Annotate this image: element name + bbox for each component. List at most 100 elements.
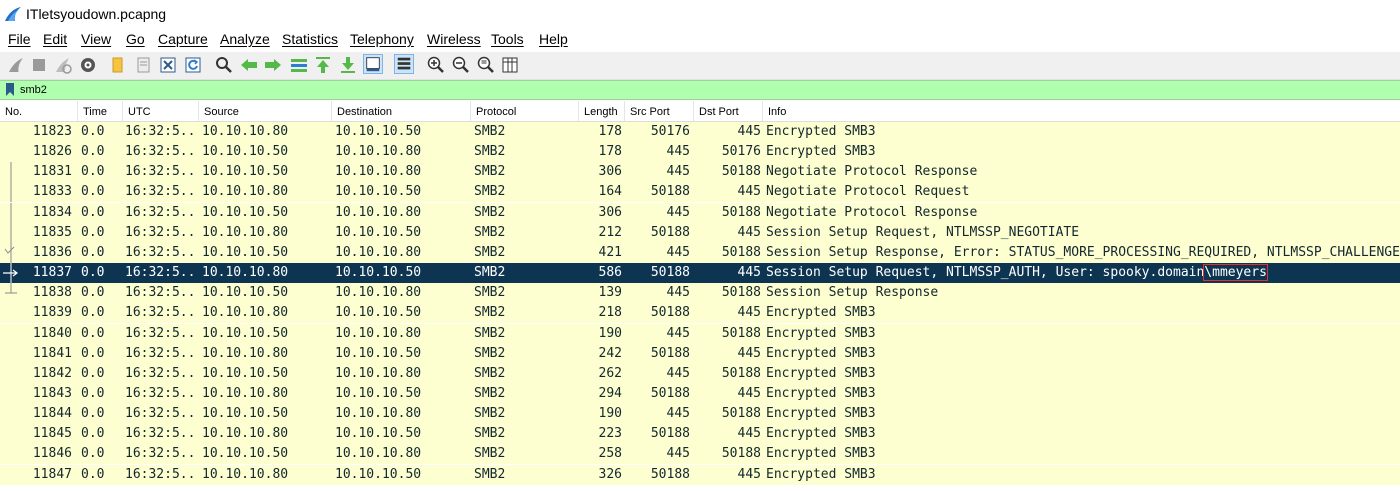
packet-protocol: SMB2 [474,305,506,320]
menu-edit[interactable]: Edit [43,31,67,47]
packet-row-selected[interactable]: 11837 0.0 16:32:5... 10.10.10.80 10.10.10.50… [0,263,1400,283]
display-filter-input[interactable] [20,81,1390,99]
auto-scroll-icon[interactable] [363,54,383,74]
packet-src-port: 50176 [650,124,690,139]
column-header-destination[interactable]: Destination [331,101,470,121]
reload-file-icon[interactable] [183,55,203,75]
packet-protocol: SMB2 [474,366,506,381]
packet-src-port: 445 [666,164,690,179]
packet-destination: 10.10.10.50 [335,386,422,401]
find-packet-icon[interactable] [214,55,234,75]
packet-src-port: 445 [666,406,690,421]
packet-row[interactable]: 11845 0.0 16:32:5... 10.10.10.80 10.10.10.50… [0,424,1400,444]
packet-src-port: 445 [666,245,690,260]
menu-telephony[interactable]: Telephony [350,31,414,47]
menu-file[interactable]: File [8,31,31,47]
close-file-icon[interactable] [158,55,178,75]
packet-destination: 10.10.10.80 [335,144,422,159]
packet-row[interactable]: 11847 0.0 16:32:5... 10.10.10.80 10.10.10.50… [0,465,1400,485]
packet-row[interactable]: 11842 0.0 16:32:5... 10.10.10.50 10.10.10.80… [0,364,1400,384]
packet-length: 190 [598,406,622,421]
save-file-icon[interactable] [134,55,154,75]
packet-length: 306 [598,205,622,220]
packet-row[interactable]: 11834 0.0 16:32:5... 10.10.10.50 10.10.10.80… [0,203,1400,223]
packet-info: Encrypted SMB3 [766,303,1400,323]
resize-columns-icon[interactable] [500,55,520,75]
go-back-icon[interactable] [239,55,259,75]
packet-dst-port: 445 [737,184,761,199]
column-header-utc[interactable]: UTC [122,101,198,121]
packet-info: Encrypted SMB3 [766,324,1400,344]
last-packet-icon[interactable] [338,55,358,75]
packet-time: 0.0 [81,245,105,260]
packet-dst-port: 445 [737,346,761,361]
packet-row[interactable]: 11839 0.0 16:32:5... 10.10.10.80 10.10.10.50… [0,303,1400,323]
packet-row[interactable]: 11833 0.0 16:32:5... 10.10.10.80 10.10.10.50… [0,182,1400,202]
packet-row[interactable]: 11826 0.0 16:32:5... 10.10.10.50 10.10.10.80… [0,142,1400,162]
column-header-source[interactable]: Source [198,101,331,121]
packet-src-port: 50188 [650,305,690,320]
packet-row[interactable]: 11843 0.0 16:32:5... 10.10.10.80 10.10.10.50… [0,384,1400,404]
packet-dst-port: 50188 [721,446,761,461]
start-capture-fin-icon[interactable] [6,55,26,75]
first-packet-icon[interactable] [313,55,333,75]
column-header-no[interactable]: No. [0,101,77,121]
packet-row[interactable]: 11836 0.0 16:32:5... 10.10.10.50 10.10.10.80… [0,243,1400,263]
packet-row[interactable]: 11838 0.0 16:32:5... 10.10.10.50 10.10.10.80… [0,283,1400,303]
stop-capture-icon[interactable] [29,55,49,75]
normal-size-icon[interactable] [476,55,496,75]
zoom-in-icon[interactable] [426,55,446,75]
menu-view[interactable]: View [81,31,111,47]
packet-info: Negotiate Protocol Response [766,203,1400,223]
packet-length: 178 [598,144,622,159]
column-header-length[interactable]: Length [578,101,624,121]
packet-source: 10.10.10.80 [202,426,289,441]
packet-info: Encrypted SMB3 [766,344,1400,364]
packet-row[interactable]: 11844 0.0 16:32:5... 10.10.10.50 10.10.10.80… [0,404,1400,424]
packet-row[interactable]: 11831 0.0 16:32:5... 10.10.10.50 10.10.10.80… [0,162,1400,182]
column-header-protocol[interactable]: Protocol [470,101,578,121]
open-file-icon[interactable] [108,55,128,75]
packet-source: 10.10.10.50 [202,164,289,179]
menu-analyze[interactable]: Analyze [220,31,270,47]
packet-info-text: Encrypted SMB3 [766,386,876,401]
packet-source: 10.10.10.80 [202,265,289,280]
packet-source: 10.10.10.80 [202,124,289,139]
packet-time: 0.0 [81,124,105,139]
colorize-icon[interactable] [394,54,414,74]
restart-capture-icon[interactable] [53,55,73,75]
packet-info: Encrypted SMB3 [766,384,1400,404]
column-header-dst-port[interactable]: Dst Port [693,101,762,121]
packet-length: 258 [598,446,622,461]
menu-capture[interactable]: Capture [158,31,208,47]
packet-src-port: 445 [666,285,690,300]
packet-destination: 10.10.10.80 [335,164,422,179]
zoom-out-icon[interactable] [451,55,471,75]
packet-length: 139 [598,285,622,300]
packet-row[interactable]: 11823 0.0 16:32:5... 10.10.10.80 10.10.10.50… [0,122,1400,142]
go-to-packet-icon[interactable] [289,55,309,75]
capture-options-gear-icon[interactable] [78,55,98,75]
column-header-src-port[interactable]: Src Port [624,101,693,121]
column-header-time[interactable]: Time [77,101,122,121]
menu-wireless[interactable]: Wireless [427,31,481,47]
filter-bookmark-icon[interactable] [6,83,14,96]
packet-protocol: SMB2 [474,184,506,199]
packet-row[interactable]: 11835 0.0 16:32:5... 10.10.10.80 10.10.10.50… [0,223,1400,243]
packet-time: 0.0 [81,305,105,320]
display-filter-bar [0,80,1400,100]
packet-info-text: Encrypted SMB3 [766,326,876,341]
menu-help[interactable]: Help [539,31,568,47]
packet-src-port: 50188 [650,225,690,240]
packet-length: 421 [598,245,622,260]
go-forward-icon[interactable] [263,55,283,75]
menu-statistics[interactable]: Statistics [282,31,338,47]
packet-row[interactable]: 11846 0.0 16:32:5... 10.10.10.50 10.10.10.80… [0,444,1400,464]
packet-row[interactable]: 11840 0.0 16:32:5... 10.10.10.50 10.10.10.80… [0,324,1400,344]
menu-go[interactable]: Go [126,31,145,47]
packet-info: Encrypted SMB3 [766,424,1400,444]
column-header-info[interactable]: Info [762,101,1400,121]
menu-tools[interactable]: Tools [491,31,524,47]
packet-src-port: 50188 [650,426,690,441]
packet-row[interactable]: 11841 0.0 16:32:5... 10.10.10.80 10.10.10.50… [0,344,1400,364]
